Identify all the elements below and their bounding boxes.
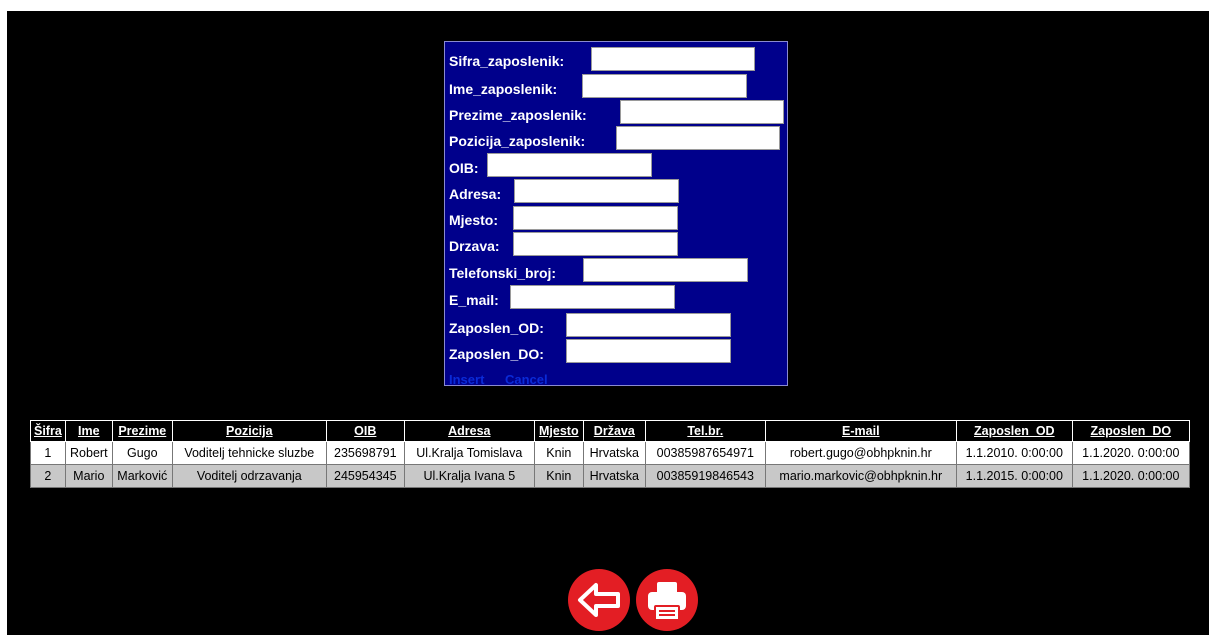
table-cell: robert.gugo@obhpknin.hr <box>764 441 957 465</box>
back-button[interactable] <box>568 569 630 631</box>
ime-label: Ime_zaposlenik: <box>449 81 558 97</box>
oib-input[interactable] <box>487 153 652 177</box>
table-cell: Voditelj odrzavanja <box>171 464 327 488</box>
table-cell: Mario <box>64 464 113 488</box>
employee-form: Sifra_zaposlenik: Ime_zaposlenik: Prezim… <box>444 41 788 387</box>
table-cell: 1.1.2010. 0:00:00 <box>955 441 1073 465</box>
printer-icon <box>648 582 686 621</box>
email-input[interactable] <box>510 285 675 309</box>
table-cell: Ul.Kralja Ivana 5 <box>403 464 535 488</box>
drzava-input[interactable] <box>513 232 678 256</box>
pozicija-input[interactable] <box>616 126 780 150</box>
table-cell: 245954345 <box>325 464 405 488</box>
telefon-input[interactable] <box>583 258 748 282</box>
table-cell: Robert <box>64 441 113 465</box>
header-zaposlen-od[interactable]: Zaposlen_OD <box>955 420 1073 442</box>
header-telbr[interactable]: Tel.br. <box>644 420 766 442</box>
header-drzava[interactable]: Država <box>582 420 646 442</box>
header-oib[interactable]: OIB <box>325 420 405 442</box>
table-cell: Hrvatska <box>582 464 646 488</box>
table-cell: Knin <box>533 441 584 465</box>
zaposlen-od-input[interactable] <box>566 313 731 337</box>
header-pozicija[interactable]: Pozicija <box>171 420 327 442</box>
table-cell: Ul.Kralja Tomislava <box>403 441 535 465</box>
print-button[interactable] <box>636 569 698 631</box>
oib-label: OIB: <box>449 160 479 176</box>
header-mjesto[interactable]: Mjesto <box>533 420 584 442</box>
header-prezime[interactable]: Prezime <box>111 420 173 442</box>
table-cell: 2 <box>30 464 66 488</box>
table-header-row: Šifra Ime Prezime Pozicija OIB Adresa Mj… <box>30 420 1190 442</box>
telefon-label: Telefonski_broj: <box>449 265 557 281</box>
table-row: 1 Robert Gugo Voditelj tehnicke sluzbe 2… <box>30 441 1190 465</box>
email-label: E_mail: <box>449 292 499 308</box>
zaposlen-do-label: Zaposlen_DO: <box>449 346 544 362</box>
drzava-label: Drzava: <box>449 238 500 254</box>
zaposlen-do-input[interactable] <box>566 339 731 363</box>
insert-link[interactable]: Insert <box>449 372 484 387</box>
mjesto-input[interactable] <box>513 206 678 230</box>
table-cell: Knin <box>533 464 584 488</box>
header-zaposlen-do[interactable]: Zaposlen_DO <box>1071 420 1190 442</box>
table-cell: Voditelj tehnicke sluzbe <box>171 441 327 465</box>
cancel-link[interactable]: Cancel <box>505 372 548 387</box>
sifra-label: Sifra_zaposlenik: <box>449 53 565 69</box>
table-cell: Gugo <box>111 441 173 465</box>
table-cell: 1 <box>30 441 66 465</box>
table-cell: 1.1.2015. 0:00:00 <box>955 464 1073 488</box>
header-email[interactable]: E-mail <box>764 420 957 442</box>
employees-table: Šifra Ime Prezime Pozicija OIB Adresa Mj… <box>30 420 1190 488</box>
table-cell: 1.1.2020. 0:00:00 <box>1071 464 1190 488</box>
ime-input[interactable] <box>582 74 747 98</box>
sifra-input[interactable] <box>591 47 755 71</box>
zaposlen-od-label: Zaposlen_OD: <box>449 320 544 336</box>
table-cell: 1.1.2020. 0:00:00 <box>1071 441 1190 465</box>
table-cell: Hrvatska <box>582 441 646 465</box>
table-cell: Marković <box>111 464 173 488</box>
prezime-label: Prezime_zaposlenik: <box>449 107 587 123</box>
pozicija-label: Pozicija_zaposlenik: <box>449 133 586 149</box>
header-sifra[interactable]: Šifra <box>30 420 66 442</box>
mjesto-label: Mjesto: <box>449 212 498 228</box>
table-cell: 00385987654971 <box>644 441 766 465</box>
header-adresa[interactable]: Adresa <box>403 420 535 442</box>
table-cell: mario.markovic@obhpknin.hr <box>764 464 957 488</box>
header-ime[interactable]: Ime <box>64 420 113 442</box>
table-cell: 00385919846543 <box>644 464 766 488</box>
adresa-input[interactable] <box>514 179 679 203</box>
adresa-label: Adresa: <box>449 186 502 202</box>
table-cell: 235698791 <box>325 441 405 465</box>
table-row: 2 Mario Marković Voditelj odrzavanja 245… <box>30 464 1190 488</box>
arrow-left-icon <box>578 583 620 617</box>
prezime-input[interactable] <box>620 100 784 124</box>
